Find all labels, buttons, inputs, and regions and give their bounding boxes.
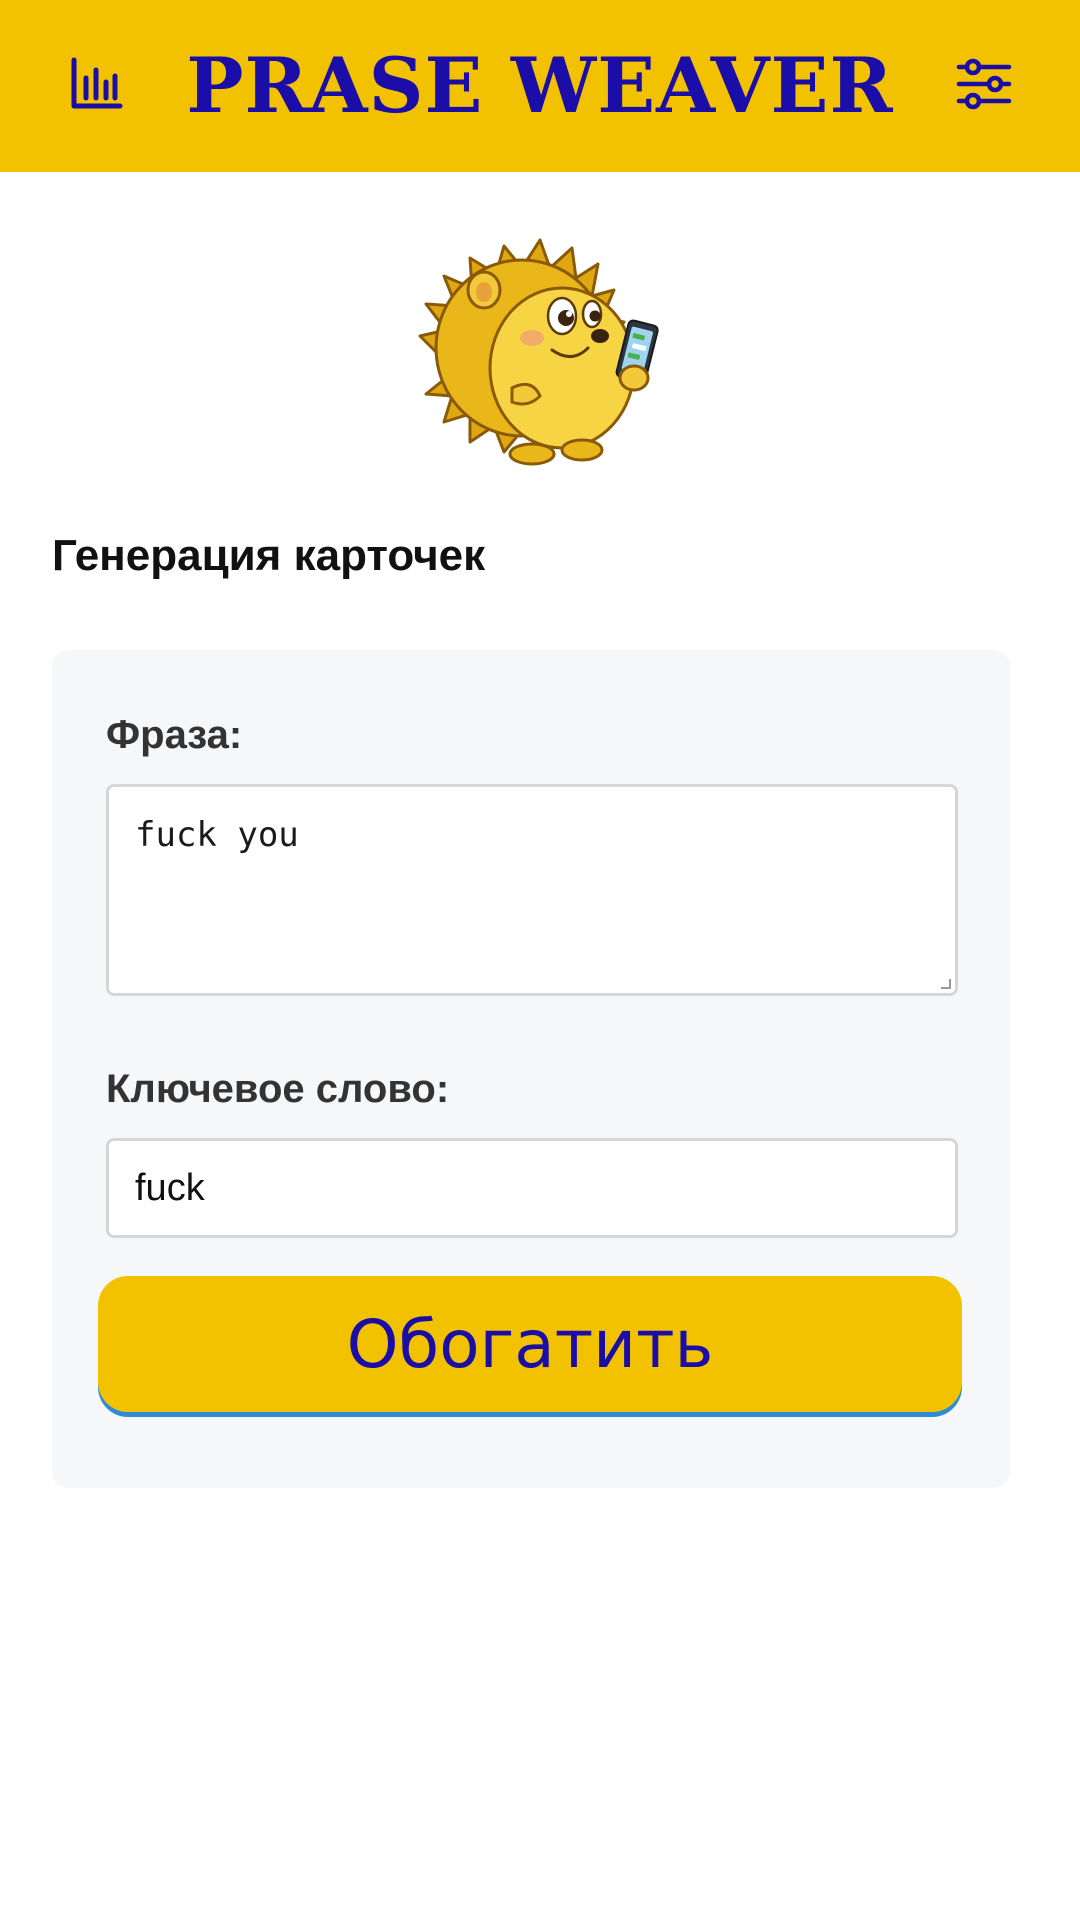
section-title: Генерация карточек xyxy=(52,531,486,580)
phrase-textarea-value: fuck you xyxy=(135,815,299,855)
hedgehog-mascot-image xyxy=(412,218,674,474)
sliders-icon[interactable] xyxy=(952,52,1016,116)
keyword-label: Ключевое слово: xyxy=(106,1067,450,1111)
app-header: PRASE WEAVER xyxy=(0,0,1080,172)
keyword-input-value: fuck xyxy=(135,1166,205,1209)
resize-handle-icon[interactable] xyxy=(941,979,951,989)
enrich-button-label: Обогатить xyxy=(346,1305,714,1383)
sliders-icon-graphic xyxy=(956,58,1012,110)
card-form: Фраза: fuck you Ключевое слово: fuck Обо… xyxy=(52,650,1010,1488)
phrase-textarea[interactable]: fuck you xyxy=(106,784,958,996)
enrich-button[interactable]: Обогатить xyxy=(98,1276,962,1412)
app-title: PRASE WEAVER xyxy=(186,41,894,130)
keyword-input[interactable]: fuck xyxy=(106,1138,958,1238)
phrase-label: Фраза: xyxy=(106,713,243,757)
